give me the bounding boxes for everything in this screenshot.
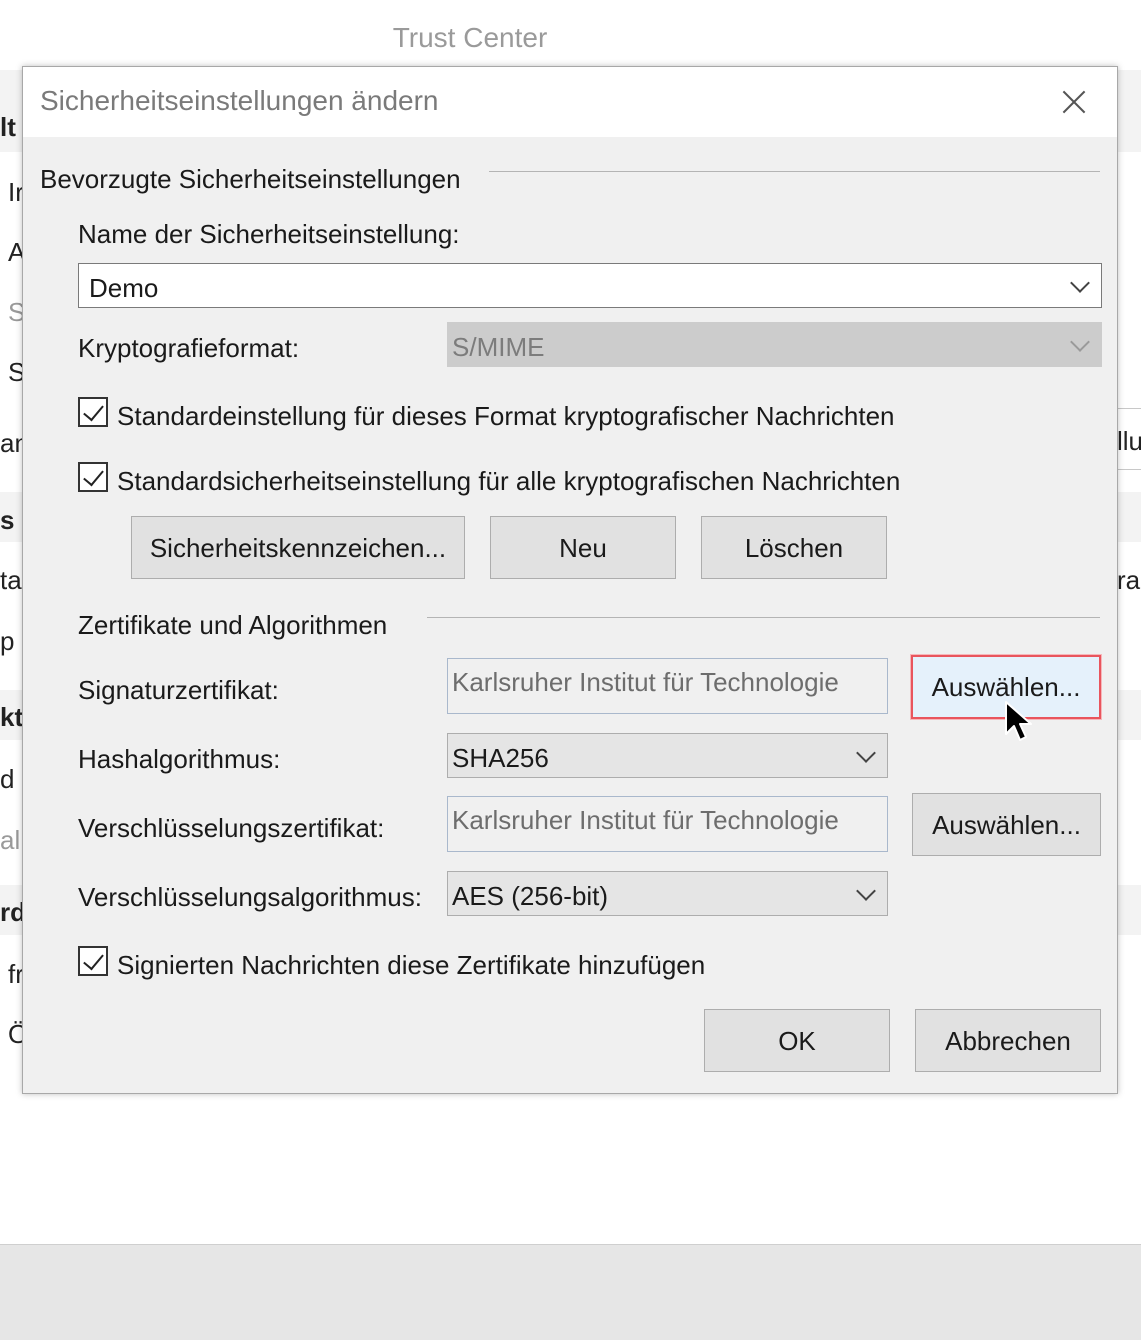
security-settings-dialog: Sicherheitseinstellungen ändern Bevorzug…	[22, 66, 1118, 1094]
background-text: p	[0, 626, 15, 656]
signing-certificate-value: Karlsruher Institut für Technologie	[452, 667, 839, 697]
group-divider	[427, 617, 1100, 618]
new-button-label: Neu	[559, 533, 607, 563]
mouse-cursor-icon	[1005, 701, 1032, 741]
security-setting-name-value: Demo	[89, 273, 159, 303]
delete-button-label: Löschen	[744, 533, 844, 563]
new-button[interactable]: Neu	[490, 516, 676, 579]
security-setting-name-dropdown[interactable]: Demo	[78, 263, 1102, 308]
default-format-checkbox[interactable]	[78, 397, 108, 427]
group-certificates-label: Zertifikate und Algorithmen	[78, 610, 388, 640]
ok-button-label: OK	[778, 1026, 816, 1056]
crypto-format-dropdown: S/MIME	[447, 322, 1102, 367]
background-text: llu	[1117, 426, 1141, 456]
encryption-algorithm-dropdown[interactable]: AES (256-bit)	[447, 871, 888, 916]
choose-encryption-certificate-button[interactable]: Auswählen...	[912, 793, 1101, 856]
default-security-checkbox[interactable]	[78, 462, 108, 492]
cancel-button-label: Abbrechen	[945, 1026, 1071, 1056]
close-icon[interactable]	[1059, 87, 1089, 117]
background-strip	[1117, 70, 1141, 152]
trust-center-title: Trust Center	[392, 22, 548, 53]
security-setting-name-label: Name der Sicherheitseinstellung:	[78, 219, 460, 249]
background-strip	[1117, 492, 1141, 542]
group-preferred-settings-label: Bevorzugte Sicherheitseinstellungen	[40, 164, 461, 194]
background-text: d	[0, 764, 15, 794]
hash-algorithm-dropdown[interactable]: SHA256	[447, 733, 888, 778]
security-labels-button[interactable]: Sicherheitskennzeichen...	[131, 516, 465, 579]
signing-certificate-field[interactable]: Karlsruher Institut für Technologie	[447, 658, 888, 714]
background-footer	[0, 1244, 1141, 1340]
group-divider	[489, 171, 1100, 172]
background-strip	[1117, 690, 1141, 740]
hash-algorithm-value: SHA256	[452, 743, 549, 773]
background-strip	[1117, 885, 1141, 935]
cancel-button[interactable]: Abbrechen	[915, 1009, 1101, 1072]
dialog-titlebar: Sicherheitseinstellungen ändern	[23, 67, 1117, 137]
crypto-format-value: S/MIME	[452, 332, 545, 362]
background-text: lt	[0, 112, 16, 142]
encryption-certificate-field[interactable]: Karlsruher Institut für Technologie	[447, 796, 888, 852]
encryption-certificate-value: Karlsruher Institut für Technologie	[452, 805, 839, 835]
background-text: ra	[1117, 565, 1141, 595]
chevron-down-icon	[856, 881, 876, 901]
background-text: kt	[0, 702, 24, 732]
chevron-down-icon	[1070, 332, 1090, 352]
crypto-format-label: Kryptografieformat:	[78, 333, 300, 363]
choose-button-label: Auswählen...	[932, 810, 1081, 840]
chevron-down-icon	[1070, 273, 1090, 293]
encryption-algorithm-value: AES (256-bit)	[452, 881, 609, 911]
signing-certificate-label: Signaturzertifikat:	[78, 675, 279, 705]
security-labels-button-label: Sicherheitskennzeichen...	[149, 533, 447, 563]
default-format-checkbox-label: Standardeinstellung für dieses Format kr…	[117, 401, 895, 431]
dialog-title: Sicherheitseinstellungen ändern	[40, 85, 439, 116]
add-certificates-checkbox-label: Signierten Nachrichten diese Zertifikate…	[117, 950, 706, 980]
encryption-certificate-label: Verschlüsselungszertifikat:	[78, 813, 385, 843]
background-text: al	[0, 825, 21, 855]
background-text: ta	[0, 565, 22, 595]
add-certificates-checkbox[interactable]	[78, 946, 108, 976]
delete-button[interactable]: Löschen	[701, 516, 887, 579]
default-security-checkbox-label: Standardsicherheitseinstellung für alle …	[117, 466, 901, 496]
ok-button[interactable]: OK	[704, 1009, 890, 1072]
chevron-down-icon	[856, 743, 876, 763]
hash-algorithm-label: Hashalgorithmus:	[78, 744, 281, 774]
encryption-algorithm-label: Verschlüsselungsalgorithmus:	[78, 882, 422, 912]
